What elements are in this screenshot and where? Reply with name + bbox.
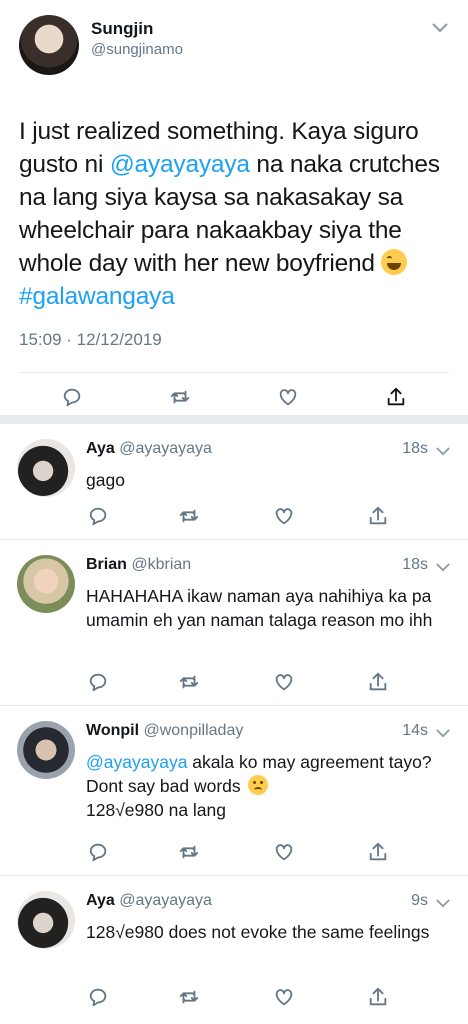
- avatar[interactable]: [17, 439, 75, 497]
- reply-text-part: 128√e980 na lang: [86, 800, 227, 820]
- reply-author-name[interactable]: Aya: [86, 892, 115, 909]
- reply-text: HAHAHAHA ikaw naman aya nahihiya ka pa u…: [86, 586, 433, 630]
- chevron-down-icon[interactable]: [436, 895, 450, 913]
- reply-time[interactable]: 18s: [402, 556, 428, 574]
- tweet-text: I just realized something. Kaya siguro g…: [19, 115, 459, 313]
- reply-tweet[interactable]: Aya @ayayayaya 18s gago: [0, 424, 468, 540]
- share-icon[interactable]: [367, 671, 389, 693]
- hashtag-link[interactable]: #galawangaya: [19, 283, 175, 310]
- author-name[interactable]: Sungjin: [91, 19, 153, 39]
- reply-time[interactable]: 18s: [402, 440, 428, 458]
- chevron-down-icon[interactable]: [432, 20, 448, 38]
- author-handle[interactable]: @sungjinamo: [91, 41, 183, 58]
- share-icon[interactable]: [385, 386, 407, 408]
- reply-header: Wonpil @wonpilladay: [86, 722, 243, 740]
- reply-author-handle[interactable]: @ayayayaya: [119, 440, 212, 457]
- reply-text: 128√e980 does not evoke the same feeling…: [86, 922, 430, 942]
- reply-author-name[interactable]: Brian: [86, 556, 127, 573]
- reply-icon[interactable]: [87, 841, 109, 863]
- reply-icon[interactable]: [87, 671, 109, 693]
- reply-author-name[interactable]: Aya: [86, 440, 115, 457]
- reply-actions: [0, 986, 468, 1010]
- avatar[interactable]: [17, 721, 75, 779]
- share-icon[interactable]: [367, 841, 389, 863]
- reply-tweet[interactable]: Brian @kbrian 18s HAHAHAHA ikaw naman ay…: [0, 540, 468, 706]
- reply-time[interactable]: 9s: [411, 892, 428, 910]
- mention-link[interactable]: @ayayayaya: [86, 752, 187, 772]
- reply-tweet[interactable]: Aya @ayayayaya 9s 128√e980 does not evok…: [0, 876, 468, 1024]
- reply-icon[interactable]: [87, 505, 109, 527]
- reply-icon[interactable]: [61, 386, 83, 408]
- retweet-icon[interactable]: [178, 841, 200, 863]
- retweet-icon[interactable]: [178, 505, 200, 527]
- reply-text: gago: [86, 470, 125, 490]
- avatar[interactable]: [17, 891, 75, 949]
- tweet-actions: [0, 378, 468, 416]
- heart-icon[interactable]: [273, 505, 295, 527]
- share-icon[interactable]: [367, 986, 389, 1008]
- reply-tweet[interactable]: Wonpil @wonpilladay 14s @ayayayaya akala…: [0, 706, 468, 876]
- retweet-icon[interactable]: [169, 386, 191, 408]
- mention-link[interactable]: @ayayayaya: [110, 151, 250, 178]
- tears-of-joy-emoji-icon: [381, 249, 408, 275]
- reply-author-handle[interactable]: @ayayayaya: [119, 892, 212, 909]
- heart-icon[interactable]: [277, 386, 299, 408]
- chevron-down-icon[interactable]: [436, 725, 450, 743]
- retweet-icon[interactable]: [178, 986, 200, 1008]
- reply-actions: [0, 671, 468, 695]
- reply-header: Aya @ayayayaya: [86, 440, 212, 458]
- tweet-timestamp[interactable]: 15:09 · 12/12/2019: [19, 330, 162, 350]
- reply-text: @ayayayaya akala ko may agreement tayo? …: [86, 750, 456, 822]
- share-icon[interactable]: [367, 505, 389, 527]
- reply-author-name[interactable]: Wonpil: [86, 722, 139, 739]
- divider: [19, 372, 449, 373]
- author-avatar[interactable]: [19, 15, 79, 75]
- chevron-down-icon[interactable]: [436, 443, 450, 461]
- avatar[interactable]: [17, 555, 75, 613]
- reply-actions: [0, 841, 468, 865]
- heart-icon[interactable]: [273, 671, 295, 693]
- reply-time[interactable]: 14s: [402, 722, 428, 740]
- reply-actions: [0, 505, 468, 529]
- reply-header: Brian @kbrian: [86, 556, 191, 574]
- reply-author-handle[interactable]: @wonpilladay: [143, 722, 243, 739]
- reply-icon[interactable]: [87, 986, 109, 1008]
- frowning-face-emoji-icon: [247, 775, 268, 795]
- retweet-icon[interactable]: [178, 671, 200, 693]
- reply-author-handle[interactable]: @kbrian: [131, 556, 191, 573]
- heart-icon[interactable]: [273, 986, 295, 1008]
- main-tweet: Sungjin @sungjinamo I just realized some…: [0, 0, 468, 424]
- heart-icon[interactable]: [273, 841, 295, 863]
- reply-header: Aya @ayayayaya: [86, 892, 212, 910]
- chevron-down-icon[interactable]: [436, 559, 450, 577]
